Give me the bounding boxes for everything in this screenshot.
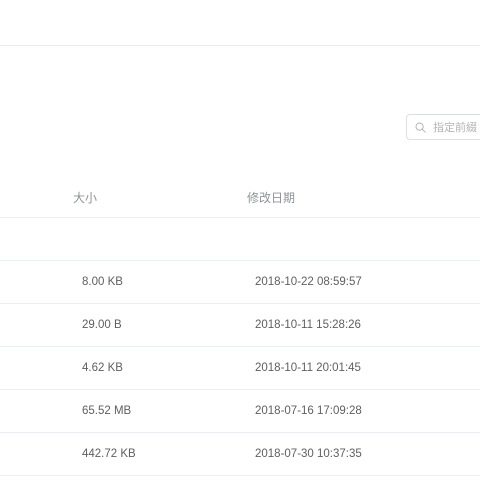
table-row[interactable] xyxy=(0,218,480,261)
file-table-header: 大小 修改日期 xyxy=(0,174,480,218)
table-row[interactable]: 8.00 KB 2018-10-22 08:59:57 xyxy=(0,261,480,304)
file-modified-cell: 2018-10-11 15:28:26 xyxy=(255,319,361,331)
file-size-cell: 4.62 KB xyxy=(82,362,123,374)
file-size-cell: 29.00 B xyxy=(82,319,122,331)
column-header-size[interactable]: 大小 xyxy=(73,189,97,206)
table-row[interactable]: 442.72 KB 2018-07-30 10:37:35 xyxy=(0,433,480,476)
table-row[interactable]: 29.00 B 2018-10-11 15:28:26 xyxy=(0,304,480,347)
file-size-cell: 442.72 KB xyxy=(82,448,136,460)
file-browser-page: 大小 修改日期 8.00 KB 2018-10-22 08:59:57 29.0… xyxy=(0,0,480,480)
file-size-cell: 65.52 MB xyxy=(82,405,132,417)
file-modified-cell: 2018-07-30 10:37:35 xyxy=(255,448,362,460)
table-row[interactable]: 4.62 KB 2018-10-11 20:01:45 xyxy=(0,347,480,390)
file-size-cell: 8.00 KB xyxy=(82,276,123,288)
file-modified-cell: 2018-10-22 08:59:57 xyxy=(255,276,362,288)
top-divider xyxy=(0,45,480,46)
prefix-search-box[interactable] xyxy=(406,114,480,140)
column-header-modified[interactable]: 修改日期 xyxy=(247,189,295,206)
file-modified-cell: 2018-07-16 17:09:28 xyxy=(255,405,362,417)
file-modified-cell: 2018-10-11 20:01:45 xyxy=(255,362,361,374)
search-icon xyxy=(415,122,426,133)
prefix-search-input[interactable] xyxy=(433,120,480,134)
table-row[interactable]: 65.52 MB 2018-07-16 17:09:28 xyxy=(0,390,480,433)
